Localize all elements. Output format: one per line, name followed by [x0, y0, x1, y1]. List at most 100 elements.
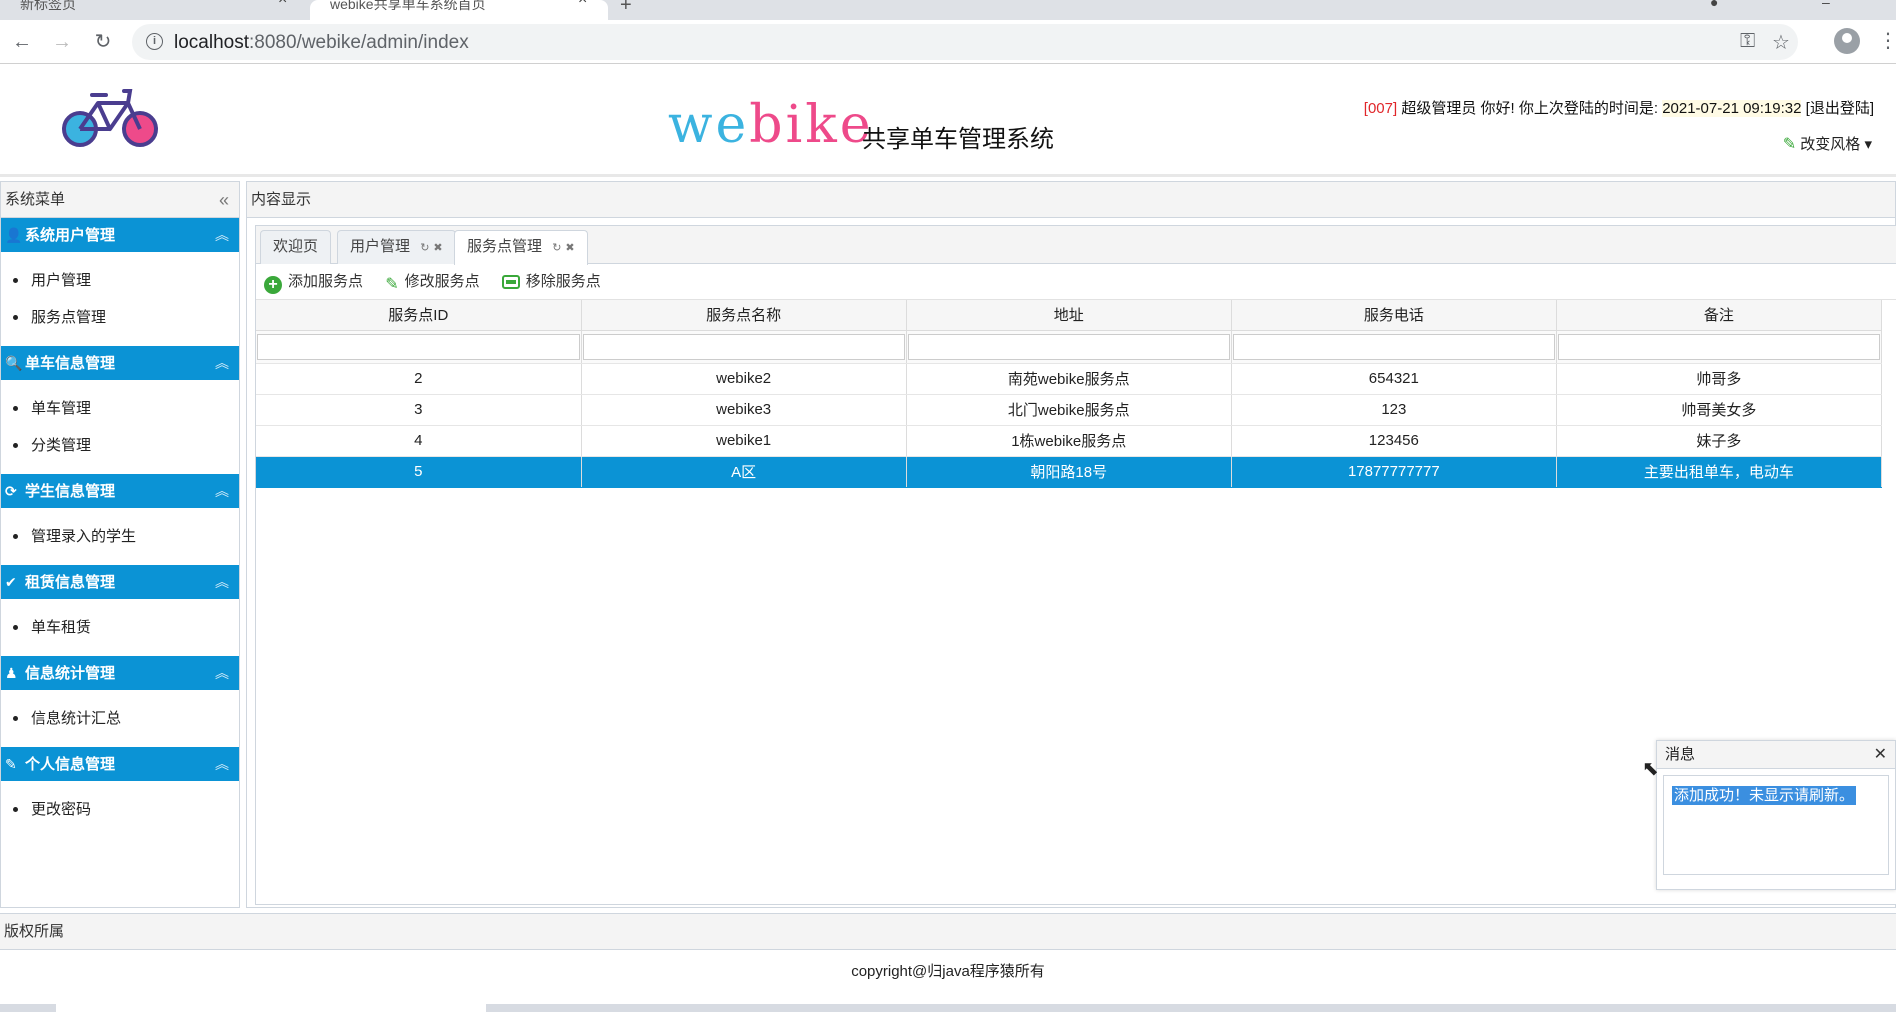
close-icon[interactable]: ✕ [1874, 741, 1887, 769]
filter-input-name[interactable] [582, 333, 905, 360]
user-info: [007] 超级管理员 你好! 你上次登陆的时间是: 2021-07-21 09… [1364, 97, 1874, 118]
column-header[interactable]: 服务点名称 [581, 300, 907, 331]
close-icon[interactable]: ✖ [565, 242, 574, 254]
reload-icon[interactable]: ↻ [89, 28, 117, 56]
message-window: 消息 ✕ 添加成功！未显示请刷新。 [1656, 740, 1896, 890]
tab-service-point[interactable]: 服务点管理 ↻ ✖ [454, 230, 588, 265]
menu-group-body: 单车租赁 [1, 599, 239, 656]
footer-panel: 版权所属 copyright@归java程序猿所有 [0, 913, 1896, 1000]
edit-service-point-button[interactable]: ✎ 修改服务点 [385, 273, 479, 293]
user-greeting: 超级管理员 你好! 你上次登陆的时间是: [1401, 100, 1659, 117]
chevron-up-icon[interactable]: ︽ [215, 565, 229, 599]
close-icon[interactable]: ✖ [433, 242, 442, 254]
new-tab-icon[interactable]: + [620, 0, 632, 17]
collapse-left-icon[interactable]: « [219, 182, 229, 218]
table-row[interactable]: 3 webike3 北门webike服务点 123 帅哥美女多 [256, 394, 1883, 426]
browser-tab-newtab[interactable]: 新标签页 × [0, 0, 300, 20]
sidebar-title: 系统菜单 « [1, 182, 239, 218]
tab-user-management[interactable]: 用户管理 ↻ ✖ [337, 230, 456, 264]
menu-group-header[interactable]: ✎ 个人信息管理 ︽ [1, 747, 239, 781]
table-cell: 南苑webike服务点 [906, 363, 1232, 395]
close-icon[interactable]: × [578, 0, 587, 8]
table-cell: webike3 [581, 394, 907, 426]
chevron-up-icon[interactable]: ︽ [215, 656, 229, 690]
change-style-label: 改变风格 [1800, 136, 1861, 153]
check-icon: ✔ [5, 574, 17, 590]
add-service-point-button[interactable]: + 添加服务点 [264, 273, 363, 294]
table-cell: 妹子多 [1556, 425, 1883, 457]
menu-group-header[interactable]: 🔍 单车信息管理 ︽ [1, 346, 239, 380]
chevron-up-icon[interactable]: ︽ [215, 474, 229, 508]
minimize-icon[interactable]: – [1822, 0, 1830, 10]
table-cell: 1栋webike服务点 [906, 425, 1232, 457]
table-row-selected[interactable]: 5 A区 朝阳路18号 17877777777 主要出租单车，电动车 [256, 456, 1883, 488]
menu-icon[interactable]: ⋮ [1878, 28, 1896, 53]
filter-input-phone[interactable] [1232, 333, 1555, 360]
sidebar: 系统菜单 « 👤 系统用户管理 ︽ 用户管理 服务点管理 🔍 单车信息管理 ︽ 单车… [0, 181, 240, 908]
chevron-up-icon[interactable]: ︽ [215, 218, 229, 252]
filter-row [256, 330, 1883, 364]
table-cell: 123 [1231, 394, 1557, 426]
last-login-time: 2021-07-21 09:19:32 [1662, 100, 1802, 117]
sidebar-item-change-password[interactable]: 更改密码 [13, 791, 239, 828]
table-row[interactable]: 2 webike2 南苑webike服务点 654321 帅哥多 [256, 363, 1883, 395]
sidebar-item-category[interactable]: 分类管理 [13, 427, 239, 464]
sidebar-item-service-point[interactable]: 服务点管理 [13, 299, 239, 336]
logout-link[interactable]: [退出登陆] [1806, 100, 1874, 117]
column-header[interactable]: 地址 [906, 300, 1232, 331]
tab-welcome[interactable]: 欢迎页 [260, 230, 332, 264]
browser-tabstrip: 新标签页 × webike共享单车系统首页 × + ● – [0, 0, 1896, 20]
column-header[interactable]: 服务点ID [256, 300, 582, 331]
menu-group-body: 单车管理 分类管理 [1, 380, 239, 474]
menu-group-header[interactable]: 👤 系统用户管理 ︽ [1, 218, 239, 252]
table-cell: 123456 [1231, 425, 1557, 457]
back-arrow-icon[interactable]: ← [8, 28, 36, 56]
remove-service-point-button[interactable]: 移除服务点 [501, 273, 601, 290]
table-cell: 2 [256, 363, 582, 395]
tab-refresh-icon[interactable]: ↻ [420, 242, 429, 254]
sidebar-item-bike[interactable]: 单车管理 [13, 390, 239, 427]
info-icon[interactable]: i [146, 33, 163, 50]
menu-group-header[interactable]: ✔ 租赁信息管理 ︽ [1, 565, 239, 599]
message-body: 添加成功！未显示请刷新。 [1663, 775, 1889, 875]
brand-part1: we [668, 95, 750, 155]
key-icon[interactable]: ⚿ [1740, 30, 1755, 53]
column-header[interactable]: 备注 [1556, 300, 1883, 331]
close-icon[interactable]: × [278, 0, 287, 8]
sidebar-item-user-management[interactable]: 用户管理 [13, 262, 239, 299]
stats-icon: ♟ [5, 665, 18, 681]
sidebar-item-students[interactable]: 管理录入的学生 [13, 518, 239, 555]
message-text: 添加成功！未显示请刷新。 [1672, 786, 1857, 805]
table-cell: 5 [256, 456, 582, 488]
brand-part2: bike [749, 95, 874, 155]
tab-search-icon[interactable]: ● [1710, 0, 1718, 10]
table-cell: webike2 [581, 363, 907, 395]
menu-group-header[interactable]: ♟ 信息统计管理 ︽ [1, 656, 239, 690]
tab-refresh-icon[interactable]: ↻ [552, 242, 561, 254]
sidebar-item-rental[interactable]: 单车租赁 [13, 609, 239, 646]
star-icon[interactable]: ☆ [1772, 30, 1790, 55]
column-header[interactable]: 服务电话 [1231, 300, 1557, 331]
content-title: 内容显示 [247, 182, 1895, 218]
change-style-button[interactable]: ✎ 改变风格 ▾ [1783, 133, 1872, 154]
address-bar[interactable]: i localhost:8080/webike/admin/index ⚿ ☆ [132, 24, 1798, 60]
chevron-up-icon[interactable]: ︽ [215, 747, 229, 781]
pencil-icon: ✎ [1782, 136, 1797, 153]
table-header-row: 服务点ID 服务点名称 地址 服务电话 备注 [256, 300, 1883, 331]
table-row[interactable]: 4 webike1 1栋webike服务点 123456 妹子多 [256, 425, 1883, 457]
browser-tab-active[interactable]: webike共享单车系统首页 × [310, 0, 608, 20]
menu-group-header[interactable]: ⟳ 学生信息管理 ︽ [1, 474, 239, 508]
browser-toolbar: ← → ↻ i localhost:8080/webike/admin/inde… [0, 20, 1896, 64]
filter-input-id[interactable] [257, 333, 580, 360]
user-id: [007] [1363, 100, 1398, 117]
filter-input-remark[interactable] [1557, 333, 1880, 360]
profile-avatar[interactable] [1834, 28, 1860, 54]
forward-arrow-icon[interactable]: → [48, 28, 76, 56]
chevron-up-icon[interactable]: ︽ [215, 346, 229, 380]
bicycle-logo [62, 89, 158, 147]
sidebar-item-stats[interactable]: 信息统计汇总 [13, 700, 239, 737]
menu-group-body: 信息统计汇总 [1, 690, 239, 747]
table-cell: 主要出租单车，电动车 [1556, 456, 1883, 488]
filter-input-address[interactable] [907, 333, 1230, 360]
pencil-icon: ✎ [385, 276, 399, 293]
